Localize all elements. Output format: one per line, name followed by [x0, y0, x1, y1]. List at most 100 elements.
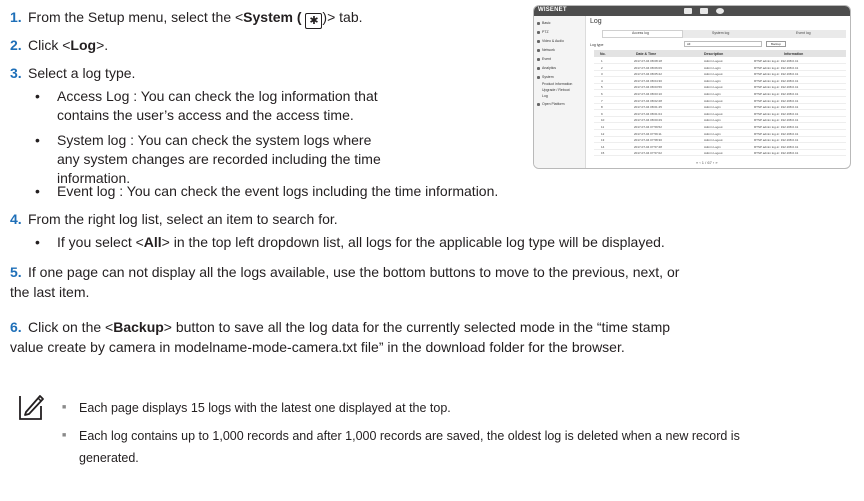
top-bar: WISENET [534, 6, 850, 16]
sidebar-item-basic[interactable]: Basic [537, 21, 551, 25]
note-pencil-icon [19, 395, 44, 420]
table-row[interactable]: 10 2017-07-04 08:00:29 Admin Login RTSP adm… [594, 117, 846, 124]
cell-no: 4 [601, 78, 603, 83]
access-log-desc: Access Log : You can check the log infor… [57, 88, 378, 104]
cell-desc: Admin Logout [704, 125, 723, 129]
table-header: No. Date & Time Description Information [594, 50, 846, 57]
sidebar-item-upgrade[interactable]: Upgrade / Reboot [542, 88, 570, 92]
sidebar-item-video-audio[interactable]: Video & Audio [537, 39, 564, 43]
table-row[interactable]: 1 2017-07-04 08:08:18 Admin Logout RTSP adm… [594, 58, 846, 64]
sidebar-item-analytics[interactable]: Analytics [537, 66, 556, 70]
gear-icon [716, 8, 724, 14]
cell-info: RTSP admin log-in: 192.168.0.41 [754, 59, 799, 63]
sidebar-item-event[interactable]: Event [537, 57, 551, 61]
bullet-dot: • [35, 183, 40, 199]
access-log-desc-2: contains the user’s access and the acces… [57, 107, 354, 123]
cell-desc: Admin Login [704, 105, 721, 110]
sidebar-item-product-info[interactable]: Product information [542, 82, 572, 86]
playback-icon [700, 8, 708, 14]
sidebar-item-log[interactable]: Log [542, 94, 548, 98]
cell-no: 14 [601, 144, 605, 149]
table-row[interactable]: 15 2017-07-04 07:57:02 Admin Logout RTSP ad… [594, 150, 846, 157]
cell-date: 2017-07-04 08:04:30 [634, 78, 662, 83]
cell-no: 11 [601, 125, 605, 129]
cell-desc: Admin Logout [704, 138, 723, 143]
cell-date: 2017-07-04 08:03:10 [634, 92, 662, 96]
table-row[interactable]: 2 2017-07-04 08:06:09 Admin Login RTSP admi… [594, 65, 846, 71]
table-row[interactable]: 8 2017-07-04 08:01:45 Admin Login RTSP admi… [594, 104, 846, 111]
cell-date: 2017-07-04 07:58:30 [634, 138, 662, 143]
cell-date: 2017-07-04 08:00:29 [634, 118, 662, 123]
log-type-select[interactable]: All [684, 41, 762, 47]
cell-info: RTSP admin log-in: 192.168.0.41 [754, 105, 799, 110]
cell-desc: Admin Login [704, 78, 721, 83]
page-title: Log [590, 18, 602, 25]
note-marker: ■ [62, 404, 67, 411]
cell-desc: Admin Login [704, 118, 721, 123]
cell-info: RTSP admin log-in: 192.168.0.41 [754, 78, 799, 83]
cell-no: 10 [601, 118, 605, 123]
backup-button[interactable]: Backup [766, 41, 786, 47]
tab-event-log[interactable]: Event log [796, 31, 811, 35]
cell-no: 7 [601, 98, 603, 103]
sidebar-item-system[interactable]: System [537, 75, 554, 79]
cell-info: RTSP admin log-in: 192.168.0.41 [754, 118, 799, 123]
cell-info: RTSP admin log-in: 192.168.0.41 [754, 125, 799, 129]
step-1-number: 1. [10, 9, 22, 25]
step-5-text-2: the last item. [10, 284, 90, 300]
cell-info: RTSP admin log-in: 192.168.0.41 [754, 131, 799, 136]
step-4-text: From the right log list, select an item … [28, 211, 338, 227]
cell-date: 2017-07-04 08:01:45 [634, 105, 662, 110]
gear-icon: ✱ [305, 13, 323, 29]
note-marker: ■ [62, 432, 67, 439]
cell-no: 5 [601, 85, 603, 90]
tab-access-log[interactable]: Access log [632, 31, 649, 35]
cell-desc: Admin Logout [704, 111, 723, 116]
table-row[interactable]: 13 2017-07-04 07:58:30 Admin Logout RTSP ad… [594, 137, 846, 144]
step-5-text: If one page can not display all the logs… [28, 264, 680, 280]
cell-date: 2017-07-04 08:08:18 [634, 59, 662, 63]
cell-date: 2017-07-04 08:03:56 [634, 85, 662, 90]
table-row[interactable]: 9 2017-07-04 08:01:04 Admin Logout RTSP adm… [594, 111, 846, 117]
table-row[interactable]: 7 2017-07-04 08:02:28 Admin Logout RTSP adm… [594, 98, 846, 104]
col-date: Date & Time [636, 52, 657, 56]
cell-desc: Admin Login [704, 131, 721, 136]
log-tabs: Access log System log Event log [602, 30, 846, 38]
table-row[interactable]: 5 2017-07-04 08:03:56 Admin Logout RTSP adm… [594, 84, 846, 91]
tab-system-log[interactable]: System log [712, 31, 729, 35]
step-6-text-2: value create by camera in modelname-mode… [10, 339, 625, 355]
cell-info: RTSP admin log-in: 192.168.0.41 [754, 65, 799, 70]
step-6-number: 6. [10, 319, 22, 335]
table-row[interactable]: 14 2017-07-04 07:57:48 Admin Login RTSP adm… [594, 144, 846, 150]
bullet-dot: • [35, 132, 40, 148]
table-row[interactable]: 12 2017-07-04 07:59:11 Admin Login RTSP adm… [594, 131, 846, 137]
sidebar-item-ptz[interactable]: PTZ [537, 30, 549, 34]
step-3-number: 3. [10, 65, 22, 81]
step-1-text: From the Setup menu, select the <System … [28, 9, 363, 29]
cell-no: 12 [601, 131, 605, 136]
step-5-number: 5. [10, 264, 22, 280]
all-option-desc: If you select <All> in the top left drop… [57, 234, 665, 250]
col-no: No. [600, 52, 606, 56]
col-info: Information [784, 52, 804, 56]
table-row[interactable]: 6 2017-07-04 08:03:10 Admin Login RTSP admi… [594, 91, 846, 97]
table-row[interactable]: 11 2017-07-04 07:59:52 Admin Logout RTSP ad… [594, 124, 846, 130]
sidebar-item-network[interactable]: Network [537, 48, 555, 52]
sidebar-item-open-platform[interactable]: Open Platform [537, 102, 565, 106]
step-4-number: 4. [10, 211, 22, 227]
table-row[interactable]: 4 2017-07-04 08:04:30 Admin Login RTSP admi… [594, 78, 846, 84]
cell-info: RTSP admin log-in: 192.168.0.41 [754, 72, 799, 77]
table-row[interactable]: 3 2017-07-04 08:05:22 Admin Logout RTSP adm… [594, 71, 846, 78]
cell-info: RTSP admin log-in: 192.168.0.41 [754, 138, 799, 143]
cell-date: 2017-07-04 07:57:48 [634, 144, 662, 149]
cell-no: 13 [601, 138, 605, 143]
cell-date: 2017-07-04 07:59:11 [634, 131, 662, 136]
cell-info: RTSP admin log-in: 192.168.0.41 [754, 151, 799, 156]
cell-info: RTSP admin log-in: 192.168.0.41 [754, 85, 799, 90]
pagination[interactable]: « ‹ 1 / 67 › » [696, 160, 718, 165]
col-desc: Description [704, 52, 724, 56]
cell-info: RTSP admin log-in: 192.168.0.41 [754, 92, 799, 96]
cell-info: RTSP admin log-in: 192.168.0.41 [754, 111, 799, 116]
cell-desc: Admin Logout [704, 151, 723, 156]
cell-date: 2017-07-04 08:05:22 [634, 72, 662, 77]
